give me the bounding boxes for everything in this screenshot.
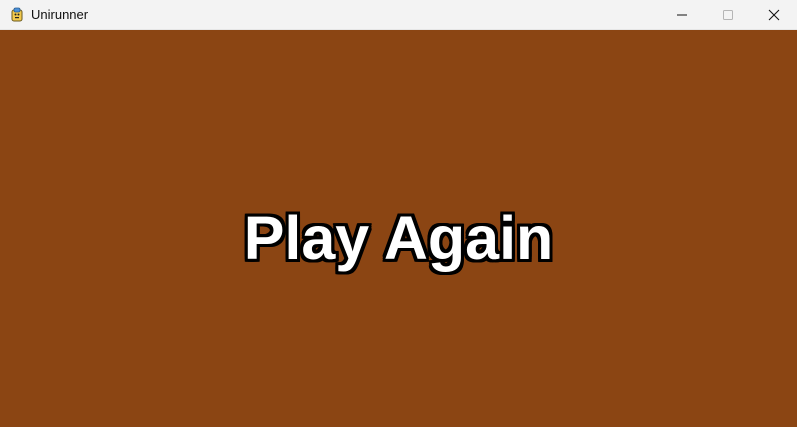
title-bar[interactable]: Unirunner: [0, 0, 797, 30]
minimize-button[interactable]: [659, 0, 705, 30]
window-controls: [659, 0, 797, 30]
maximize-icon: [723, 10, 733, 20]
game-canvas[interactable]: Play Again: [0, 30, 797, 427]
play-again-button[interactable]: Play Again: [0, 203, 797, 273]
maximize-button[interactable]: [705, 0, 751, 30]
pygame-snake-icon: [9, 7, 25, 23]
minimize-icon: [677, 10, 687, 20]
app-window: Unirunner Play Again: [0, 0, 797, 427]
window-title: Unirunner: [31, 7, 89, 22]
close-icon: [768, 9, 780, 21]
close-button[interactable]: [751, 0, 797, 30]
